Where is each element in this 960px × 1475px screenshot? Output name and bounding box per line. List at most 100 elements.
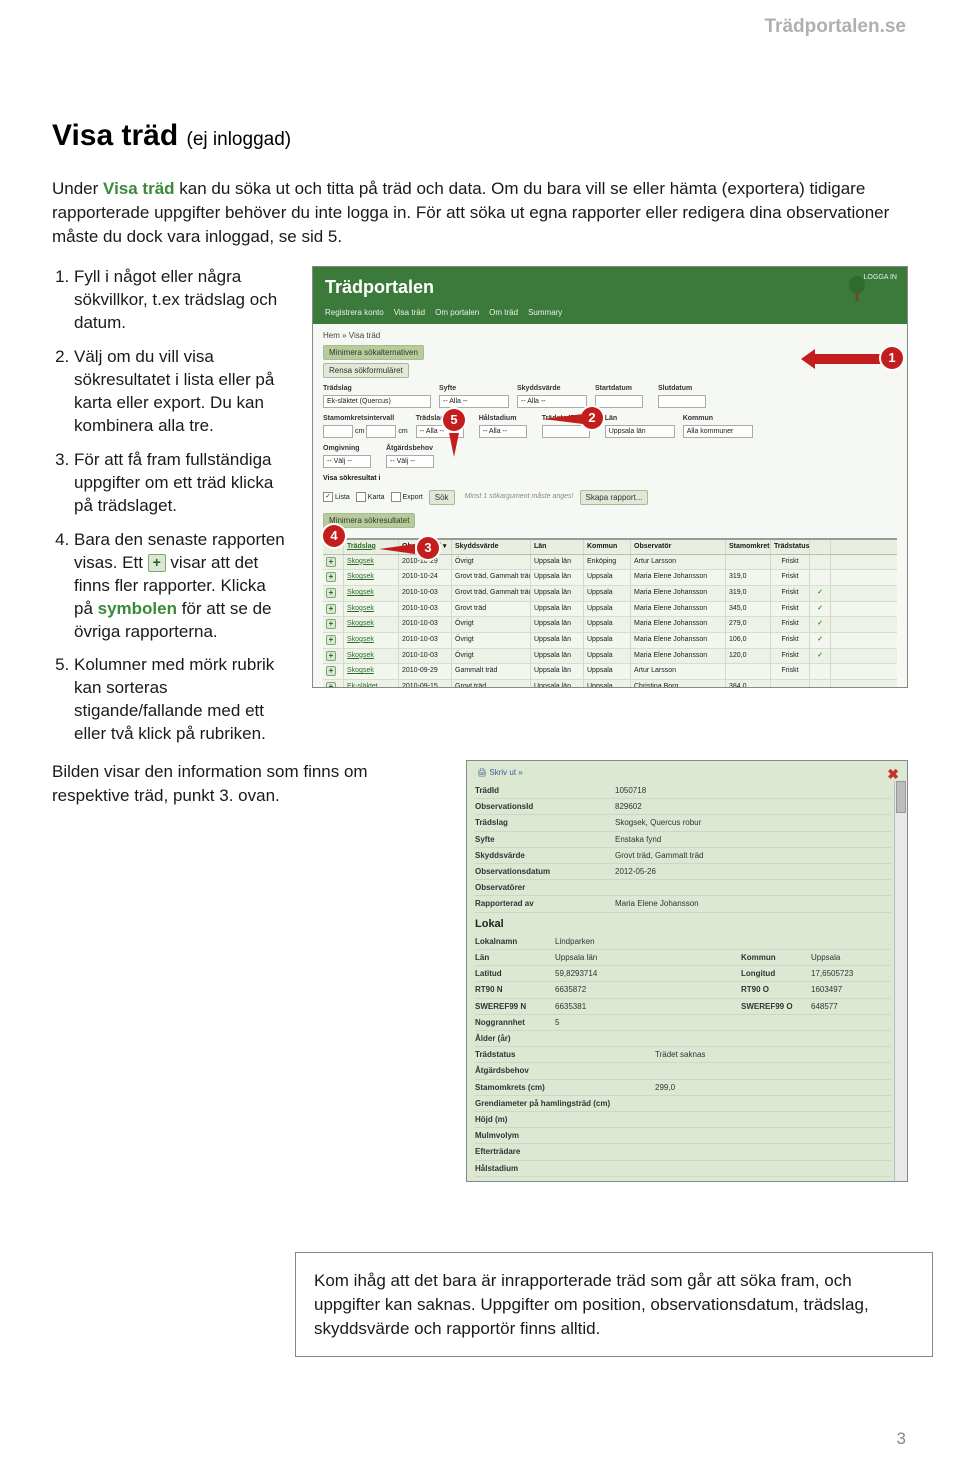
plus-icon: + (148, 554, 166, 572)
lbl-lan: Län (605, 414, 675, 424)
extra-row: Grendiameter på hamlingsträd (cm) (475, 1096, 891, 1112)
inp-stam-max[interactable] (366, 425, 396, 438)
cb-export[interactable] (391, 492, 401, 502)
lokal-row: SWEREF99 N6635381SWEREF99 O648577 (475, 999, 891, 1015)
detail-row: ObservationsId829602 (475, 799, 891, 815)
cell-tradslag[interactable]: Skogsek (344, 602, 399, 617)
nav-item[interactable]: Registrera konto (325, 307, 384, 318)
th-lan[interactable]: Län (531, 540, 584, 554)
inp-halst[interactable]: -- Alla -- (479, 425, 527, 438)
opt-karta: Karta (368, 494, 385, 501)
page-title-main: Visa träd (52, 119, 178, 152)
cb-lista[interactable] (323, 492, 333, 502)
nav-item[interactable]: Om portalen (435, 307, 479, 318)
step-5: Kolumner med mörk rubrik kan sorteras st… (74, 654, 288, 746)
page-title: Visa träd (ej inloggad) (52, 115, 908, 157)
app-title: Trädportalen (313, 267, 907, 304)
nav-item[interactable]: Summary (528, 307, 562, 318)
inp-syfte[interactable]: -- Alla -- (439, 395, 509, 408)
inp-kommun[interactable]: Alla kommuner (683, 425, 753, 438)
lbl-start: Startdatum (595, 384, 650, 394)
lokal-row: Latitud59,8293714Longitud17,6505723 (475, 966, 891, 982)
inp-atg[interactable]: -- Välj -- (386, 455, 434, 468)
scrollbar[interactable] (894, 781, 907, 1181)
callout-arrow-1 (815, 354, 885, 364)
intro-keyword: Visa träd (103, 179, 175, 198)
cell-tradslag[interactable]: Skogsek (344, 570, 399, 585)
step4-sym: symbolen (98, 599, 177, 618)
inp-tradslag[interactable]: Ek-släktet (Quercus) (323, 395, 431, 408)
th-skydd[interactable]: Skyddsvärde (452, 540, 531, 554)
step-2: Välj om du vill visa sökresultatet i lis… (74, 346, 288, 438)
table-row: +Skogsek2010-10-24Grovt träd, Gammalt tr… (323, 570, 897, 586)
cell-tradslag[interactable]: Skogsek (344, 633, 399, 648)
minimize-button[interactable]: Minimera sökalternativen (323, 345, 424, 360)
table-row: +Ek-släktet2010-09-15Grovt trädUppsala l… (323, 680, 897, 689)
unit-cm: cm (398, 427, 407, 437)
lbl-atg: Åtgärdsbehov (386, 444, 441, 454)
extra-row: Hålstadium (475, 1161, 891, 1177)
table-row: +Skogsek2010-10-03ÖvrigtUppsala länUppsa… (323, 633, 897, 649)
page-title-sub: (ej inloggad) (187, 129, 292, 150)
scroll-thumb[interactable] (896, 781, 906, 813)
lbl-omg: Omgivning (323, 444, 378, 454)
screenshot-detail: 🖨 Skriv ut » ✖ TrädId1050718Observations… (466, 760, 908, 1182)
clear-button[interactable]: Rensa sökformuläret (323, 363, 409, 378)
detail-row: Observationsdatum2012-05-26 (475, 864, 891, 880)
th-stam[interactable]: Stamomkrets (726, 540, 771, 554)
inp-tradid[interactable] (542, 425, 590, 438)
extra-row: TrädstatusTrädet saknas (475, 1047, 891, 1063)
lbl-halst: Hålstadium (479, 414, 534, 424)
detail-row: SkyddsvärdeGrovt träd, Gammalt träd (475, 848, 891, 864)
cell-tradslag[interactable]: Skogsek (344, 586, 399, 601)
inp-lan[interactable]: Uppsala län (605, 425, 675, 438)
th-observator[interactable]: Observatör (631, 540, 726, 554)
th-kommun[interactable]: Kommun (584, 540, 631, 554)
th-status[interactable]: Trädstatus (771, 540, 810, 554)
lbl-tradslag: Trädslag (323, 384, 431, 394)
nav-item[interactable]: Visa träd (394, 307, 425, 318)
cell-tradslag[interactable]: Ek-släktet (344, 680, 399, 689)
print-label: Skriv ut » (489, 768, 522, 777)
inp-start[interactable] (595, 395, 643, 408)
lbl-skydd: Skyddsvärde (517, 384, 587, 394)
detail-row: Observatörer (475, 880, 891, 896)
lbl-kommun: Kommun (683, 414, 753, 424)
cell-tradslag[interactable]: Skogsek (344, 664, 399, 679)
login-link[interactable]: LOGGA IN (864, 273, 897, 283)
tree-icon (847, 275, 867, 303)
intro-text-b: kan du söka ut och titta på träd och dat… (52, 179, 889, 246)
opt-lista: Lista (335, 494, 350, 501)
nav-item[interactable]: Om träd (489, 307, 518, 318)
cb-karta[interactable] (356, 492, 366, 502)
note-box: Kom ihåg att det bara är inrapporterade … (295, 1252, 933, 1357)
table-row: +Skogsek2010-10-03Grovt träd, Gammalt tr… (323, 586, 897, 602)
detail-row: TrädId1050718 (475, 783, 891, 799)
result-table: Trädslag Observerad ▾ Skyddsvärde Län Ko… (323, 538, 897, 689)
extra-row: Höjd (m) (475, 1112, 891, 1128)
inp-omg[interactable]: -- Välj -- (323, 455, 371, 468)
inp-stam-min[interactable] (323, 425, 353, 438)
print-link[interactable]: 🖨 Skriv ut » (477, 767, 523, 778)
below-text: Bilden visar den information som finns o… (52, 760, 442, 1182)
sok-button[interactable]: Sök (429, 490, 455, 505)
lokal-row: LänUppsala länKommunUppsala (475, 950, 891, 966)
extra-row: Åtgärdsbehov (475, 1063, 891, 1079)
page-number: 3 (897, 1427, 906, 1451)
skapa-button[interactable]: Skapa rapport... (580, 490, 649, 505)
step-4: Bara den senaste rapporten visas. Ett + … (74, 529, 288, 644)
intro-paragraph: Under Visa träd kan du söka ut och titta… (52, 177, 912, 248)
cell-tradslag[interactable]: Skogsek (344, 617, 399, 632)
cell-tradslag[interactable]: Skogsek (344, 649, 399, 664)
extra-row: Ålder (år) (475, 1031, 891, 1047)
detail-row: TrädslagSkogsek, Quercus robur (475, 815, 891, 831)
extra-row: Efterträdare (475, 1144, 891, 1160)
cell-tradslag[interactable]: Skogsek (344, 555, 399, 570)
lokal-heading: Lokal (475, 917, 891, 932)
inp-slut[interactable] (658, 395, 706, 408)
callout-arrow-2 (543, 414, 583, 424)
detail-row: SyfteEnstaka fynd (475, 832, 891, 848)
inp-skydd[interactable]: -- Alla -- (517, 395, 587, 408)
unit-cm: cm (355, 427, 364, 437)
step-1: Fyll i något eller några sökvillkor, t.e… (74, 266, 288, 335)
